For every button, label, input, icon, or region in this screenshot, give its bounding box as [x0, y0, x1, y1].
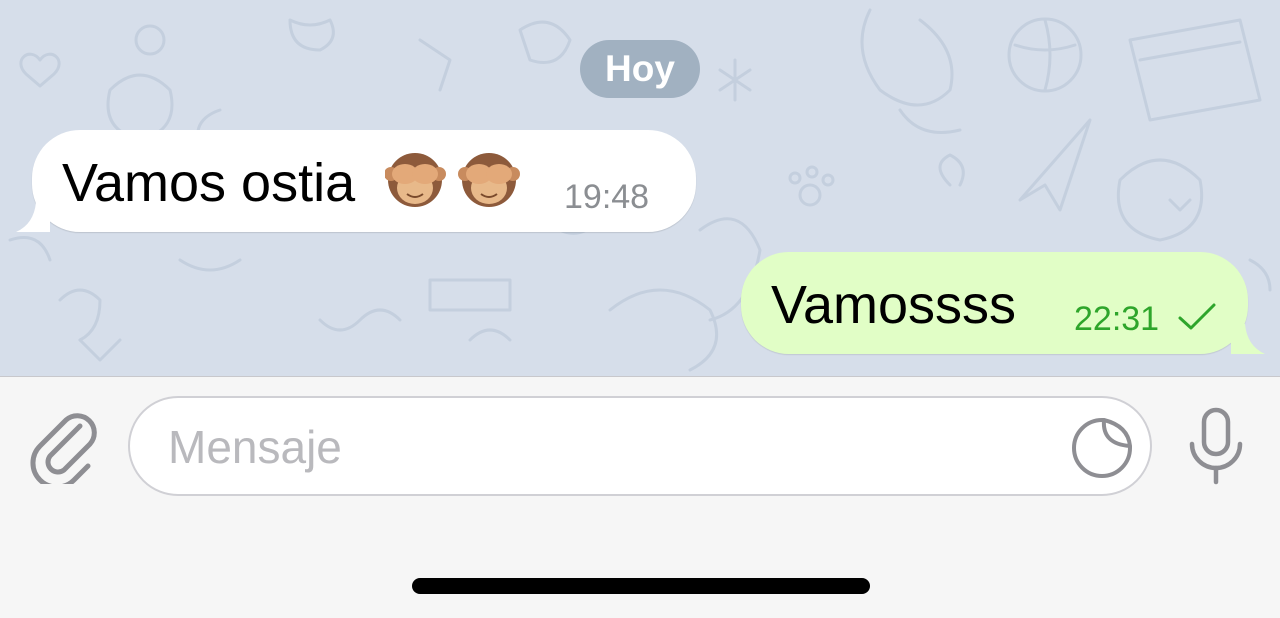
message-text: Vamossss [771, 275, 1017, 335]
message-input-field[interactable] [128, 396, 1152, 496]
message-input[interactable] [166, 416, 1050, 478]
outgoing-bubble-tail [1231, 324, 1265, 354]
see-no-evil-monkey-icon [384, 153, 520, 207]
message-time: 22:31 [1074, 300, 1160, 338]
home-indicator[interactable] [412, 578, 870, 594]
outgoing-message-bubble[interactable]: Vamossss 22:31 [741, 252, 1265, 354]
incoming-message-bubble[interactable]: Vamos ostia 19:48 [16, 130, 696, 232]
emoji-group [384, 150, 535, 217]
message-text: Vamos ostia [62, 153, 356, 213]
chat-area[interactable]: Hoy Vamos ostia 19:48 Vamossss 22:31 [0, 0, 1280, 376]
date-separator: Hoy [580, 40, 700, 98]
message-time: 19:48 [564, 178, 650, 216]
sticker-icon[interactable] [1070, 416, 1134, 480]
microphone-icon[interactable] [1186, 406, 1246, 486]
incoming-bubble-tail [16, 202, 50, 232]
sent-checkmark-icon [1178, 303, 1216, 330]
paperclip-icon[interactable] [28, 404, 100, 484]
